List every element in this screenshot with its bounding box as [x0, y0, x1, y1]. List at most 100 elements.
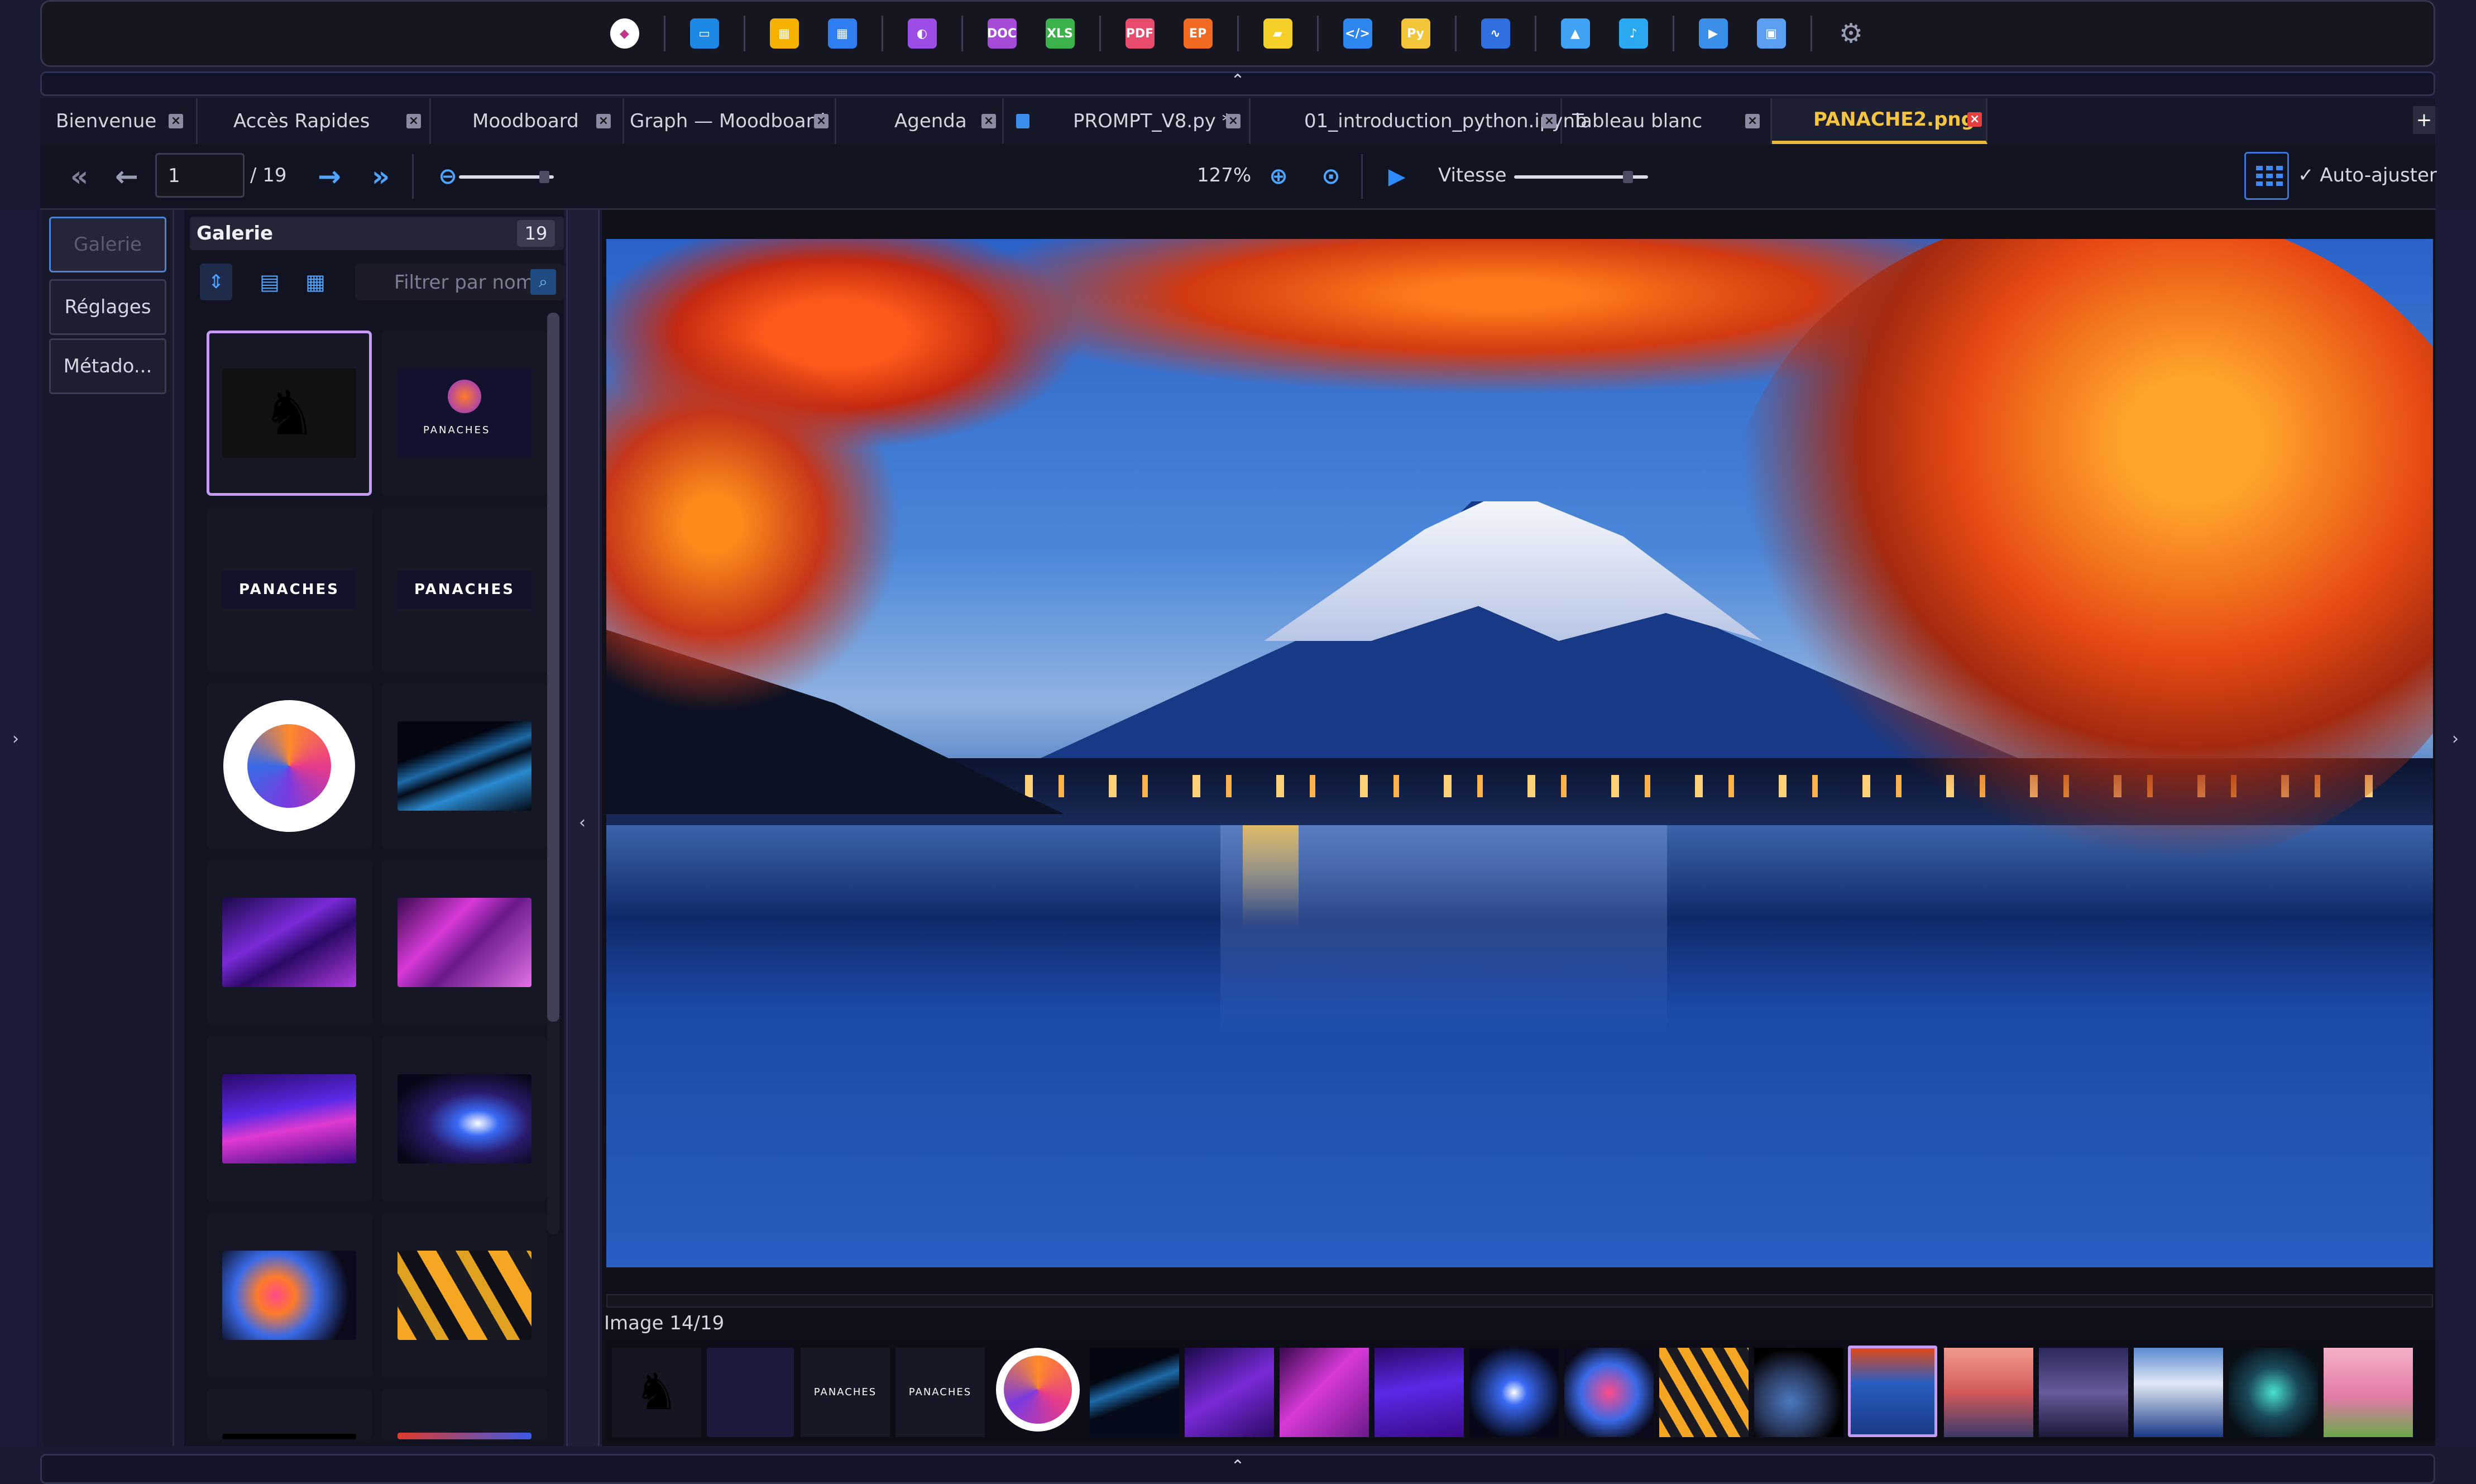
xlsx-file-button[interactable]: XLS: [1038, 11, 1083, 56]
tab-agenda[interactable]: Agenda ×: [836, 98, 1004, 144]
search-icon[interactable]: ⌕: [530, 269, 556, 295]
filmstrip-thumb[interactable]: [1564, 1348, 1654, 1437]
gallery-thumb[interactable]: [207, 1213, 372, 1378]
speed-slider-handle[interactable]: [1623, 171, 1633, 183]
filmstrip-thumb[interactable]: [2134, 1348, 2223, 1437]
expand-right-icon[interactable]: ›: [2452, 729, 2459, 749]
gallery-thumb[interactable]: PANACHES: [382, 507, 547, 672]
tab-moodboard[interactable]: Moodboard ×: [431, 98, 624, 144]
top-collapse-strip[interactable]: ⌃: [40, 71, 2435, 96]
chevron-up-icon[interactable]: ⌃: [42, 73, 2434, 89]
filmstrip-thumb[interactable]: PANACHES: [801, 1348, 890, 1437]
filmstrip-thumb[interactable]: [1280, 1348, 1369, 1437]
fit-zoom-icon[interactable]: ⊙: [1314, 159, 1348, 194]
sort-order-button[interactable]: ⇕: [200, 264, 232, 300]
viewer-horizontal-scrollbar[interactable]: [606, 1294, 2433, 1308]
folder-button[interactable]: ▣: [1749, 11, 1794, 56]
code-file-button[interactable]: </>: [1335, 11, 1380, 56]
filmstrip-thumb[interactable]: ♞: [612, 1348, 701, 1437]
zoom-in-icon[interactable]: ⊕: [1262, 159, 1295, 194]
filmstrip-thumb[interactable]: [707, 1348, 794, 1437]
image-viewer-button[interactable]: ▲: [1553, 11, 1598, 56]
tab-bienvenue[interactable]: Bienvenue ×: [40, 98, 198, 144]
tab-close-icon[interactable]: ×: [814, 114, 828, 128]
epub-file-button[interactable]: EP: [1176, 11, 1220, 56]
tab-acces-rapides[interactable]: Accès Rapides ×: [198, 98, 431, 144]
gallery-filter-input[interactable]: Filtrer par nom ⌕: [355, 264, 564, 300]
filmstrip-thumb[interactable]: PANACHES: [895, 1348, 985, 1437]
filmstrip-thumb[interactable]: [1469, 1348, 1559, 1437]
gallery-thumb[interactable]: ♞: [207, 331, 372, 496]
filmstrip-thumb[interactable]: [1944, 1348, 2033, 1437]
tab-close-icon[interactable]: ×: [1745, 114, 1760, 128]
zoom-slider-handle[interactable]: [539, 171, 549, 183]
pdf-file-button[interactable]: PDF: [1118, 11, 1162, 56]
tab-close-icon[interactable]: ×: [1542, 114, 1557, 128]
window-button[interactable]: ▭: [682, 11, 727, 56]
side-tab-galerie[interactable]: Galerie: [49, 217, 166, 272]
expand-left-icon[interactable]: ›: [12, 729, 19, 749]
settings-gear-button[interactable]: ⚙: [1829, 11, 1874, 56]
video-file-button[interactable]: ▶: [1691, 11, 1736, 56]
gallery-thumb[interactable]: [382, 1389, 547, 1439]
tab-prompt-v8[interactable]: PROMPT_V8.py * ×: [1004, 98, 1251, 144]
filmstrip-thumb[interactable]: [1659, 1348, 1749, 1437]
whiteboard-button[interactable]: ∿: [1473, 11, 1518, 56]
sort-by-date-icon[interactable]: ▦: [299, 264, 332, 300]
tab-graph-moodboard[interactable]: Graph — Moodboard ×: [624, 98, 836, 144]
audio-file-button[interactable]: ♪: [1611, 11, 1656, 56]
tab-close-icon[interactable]: ×: [1226, 114, 1241, 128]
panel-splitter[interactable]: ‹: [566, 210, 600, 1446]
gallery-thumb[interactable]: [207, 683, 372, 849]
tab-close-icon[interactable]: ×: [406, 114, 421, 128]
new-tab-button[interactable]: +: [2413, 106, 2435, 134]
gallery-thumb[interactable]: [207, 860, 372, 1025]
filmstrip-thumb[interactable]: [1090, 1348, 1179, 1437]
tab-close-icon[interactable]: ×: [596, 114, 611, 128]
gallery-thumb[interactable]: [382, 1213, 547, 1378]
last-image-button[interactable]: »: [358, 155, 403, 198]
side-tab-reglages[interactable]: Réglages: [49, 279, 166, 335]
previous-image-button[interactable]: ←: [107, 155, 146, 198]
tab-introduction-python[interactable]: 01_introduction_python.ipynb ×: [1251, 98, 1587, 144]
filmstrip-thumb[interactable]: [1185, 1348, 1274, 1437]
gallery-thumb[interactable]: [207, 1036, 372, 1201]
bottom-collapse-strip[interactable]: ⌃: [40, 1454, 2435, 1484]
filmstrip-thumb[interactable]: [996, 1348, 1080, 1432]
gallery-thumb[interactable]: [382, 1036, 547, 1201]
page-number-input[interactable]: 1: [155, 153, 245, 198]
first-image-button[interactable]: «: [57, 155, 102, 198]
tab-panache2[interactable]: PANACHE2.png ×: [1772, 98, 1987, 144]
tab-tableau-blanc[interactable]: Tableau blanc ×: [1562, 98, 1772, 144]
grid-view-toggle[interactable]: [2244, 152, 2289, 200]
filmstrip-thumb[interactable]: [1375, 1348, 1464, 1437]
tab-close-icon[interactable]: ×: [1967, 112, 1982, 127]
purple-file-button[interactable]: ◐: [900, 11, 945, 56]
sort-by-name-icon[interactable]: ▤: [253, 264, 286, 300]
filmstrip-thumb-selected[interactable]: [1848, 1346, 1937, 1437]
auto-fit-toggle[interactable]: ✓ Auto-ajuster: [2298, 164, 2437, 186]
tab-close-icon[interactable]: ×: [169, 114, 183, 128]
slideshow-play-button[interactable]: ▶: [1380, 157, 1414, 195]
moodboard-button[interactable]: ▦: [762, 11, 807, 56]
collapse-gallery-icon[interactable]: ‹: [579, 813, 586, 832]
filmstrip-thumb[interactable]: [2324, 1348, 2413, 1437]
app-logo-button[interactable]: ◆: [602, 11, 647, 56]
tab-close-icon[interactable]: ×: [981, 114, 996, 128]
filmstrip-thumb[interactable]: [2039, 1348, 2128, 1437]
next-image-button[interactable]: →: [307, 155, 352, 198]
calendar-button[interactable]: ▦: [820, 11, 865, 56]
left-edge-panel[interactable]: ›: [0, 210, 37, 1446]
gallery-thumb[interactable]: [382, 683, 547, 849]
gallery-scrollbar[interactable]: [547, 313, 559, 1234]
gallery-thumb[interactable]: [382, 860, 547, 1025]
sticky-note-button[interactable]: ▰: [1256, 11, 1300, 56]
right-edge-panel[interactable]: ›: [2439, 210, 2476, 1446]
chevron-up-icon[interactable]: ⌃: [42, 1456, 2434, 1478]
side-tab-metadonnees[interactable]: Métado...: [49, 338, 166, 394]
gallery-thumb[interactable]: [207, 1389, 372, 1439]
gallery-thumb[interactable]: PANACHES: [207, 507, 372, 672]
gallery-thumb[interactable]: PANACHES: [382, 331, 547, 496]
filmstrip-thumb[interactable]: [1754, 1348, 1843, 1437]
gallery-scrollbar-thumb[interactable]: [547, 313, 559, 1022]
